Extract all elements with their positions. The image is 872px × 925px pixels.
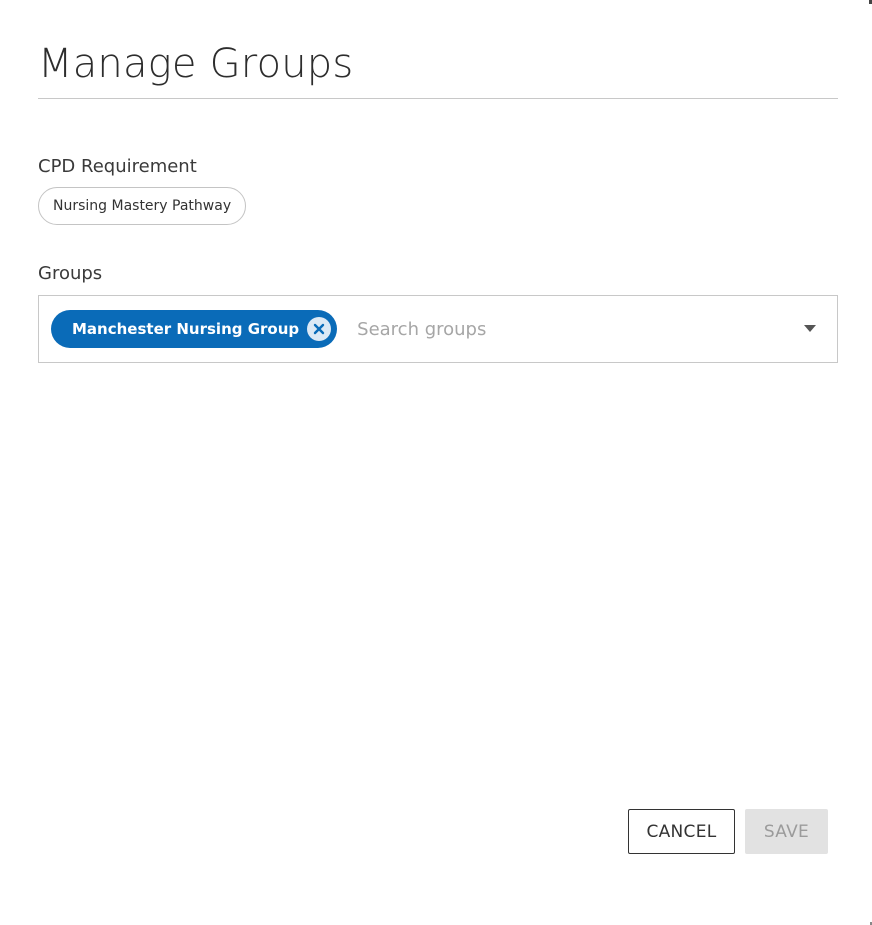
cancel-button[interactable]: CANCEL [628, 809, 735, 854]
manage-groups-dialog: Manage Groups CPD Requirement Nursing Ma… [0, 0, 872, 925]
dialog-title: Manage Groups [38, 41, 354, 87]
title-divider [38, 98, 838, 99]
groups-label: Groups [38, 263, 103, 284]
save-button[interactable]: SAVE [745, 809, 828, 854]
selected-group-chip: Manchester Nursing Group [51, 310, 338, 348]
cpd-requirement-pill: Nursing Mastery Pathway [38, 187, 247, 225]
caret-down-icon[interactable] [804, 325, 816, 332]
selected-group-chip-label: Manchester Nursing Group [72, 320, 300, 338]
close-circle-icon[interactable] [307, 317, 332, 341]
search-groups-input[interactable] [355, 317, 780, 341]
groups-multiselect[interactable]: Manchester Nursing Group [38, 295, 838, 363]
cpd-requirement-label: CPD Requirement [38, 156, 197, 177]
close-icon [313, 323, 325, 335]
